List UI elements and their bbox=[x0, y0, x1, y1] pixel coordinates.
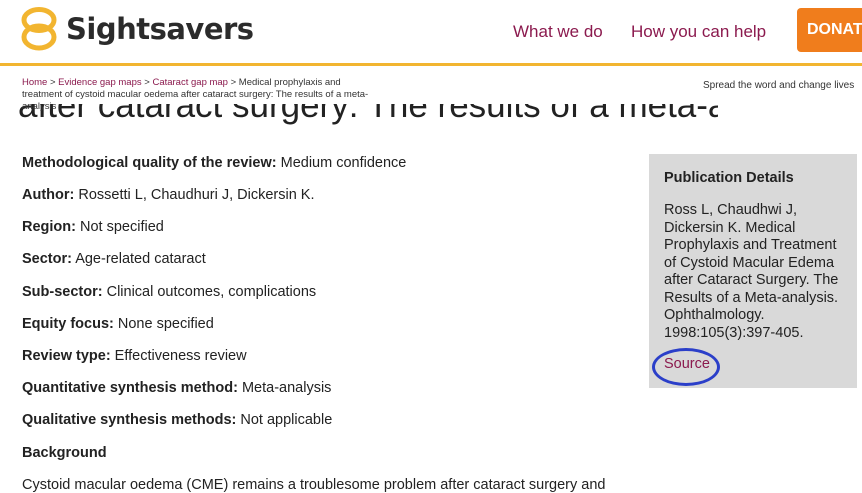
detail-sector: Sector: Age-related cataract bbox=[22, 251, 206, 267]
brand-name: Sightsavers bbox=[66, 12, 254, 46]
detail-value: Clinical outcomes, complications bbox=[102, 284, 317, 300]
detail-sub-sector: Sub-sector: Clinical outcomes, complicat… bbox=[22, 284, 316, 300]
detail-label: Equity focus: bbox=[22, 316, 114, 332]
detail-value: Not applicable bbox=[236, 412, 333, 428]
breadcrumb-separator: > bbox=[47, 77, 59, 88]
detail-value: Effectiveness review bbox=[110, 348, 247, 364]
detail-qualitative-synthesis: Qualitative synthesis methods: Not appli… bbox=[22, 412, 332, 428]
breadcrumb-separator: > bbox=[227, 77, 239, 88]
breadcrumb: Home > Evidence gap maps > Cataract gap … bbox=[22, 77, 377, 113]
site-header: Sightsavers What we do How you can help … bbox=[0, 0, 862, 66]
background-heading-text: Background bbox=[22, 445, 107, 461]
sightsavers-logo-icon bbox=[21, 7, 57, 51]
detail-value: Medium confidence bbox=[276, 155, 407, 171]
background-heading: Background bbox=[22, 445, 107, 461]
detail-value: Rossetti L, Chaudhuri J, Dickersin K. bbox=[74, 187, 315, 203]
detail-value: Meta-analysis bbox=[237, 380, 332, 396]
detail-author: Author: Rossetti L, Chaudhuri J, Dickers… bbox=[22, 187, 315, 203]
background-paragraph: Cystoid macular oedema (CME) remains a t… bbox=[22, 477, 606, 493]
detail-methodological-quality: Methodological quality of the review: Me… bbox=[22, 155, 406, 171]
detail-value: Not specified bbox=[75, 219, 164, 235]
breadcrumb-separator: > bbox=[141, 77, 153, 88]
source-highlight-circle bbox=[652, 348, 720, 386]
detail-value: None specified bbox=[113, 316, 214, 332]
breadcrumb-evidence-gap-maps[interactable]: Evidence gap maps bbox=[58, 77, 141, 88]
publication-details-title: Publication Details bbox=[664, 170, 794, 186]
detail-label: Qualitative synthesis methods: bbox=[22, 412, 237, 428]
detail-label: Sector: bbox=[22, 251, 72, 267]
detail-label: Quantitative synthesis method: bbox=[22, 380, 238, 396]
publication-citation: Ross L, Chaudhwi J, Dickersin K. Medical… bbox=[664, 202, 839, 341]
logo[interactable]: Sightsavers bbox=[20, 6, 254, 52]
detail-value: Age-related cataract bbox=[71, 251, 206, 267]
detail-label: Region: bbox=[22, 219, 76, 235]
detail-label: Author: bbox=[22, 187, 75, 203]
detail-label: Methodological quality of the review: bbox=[22, 155, 277, 171]
spread-the-word-tagline: Spread the word and change lives bbox=[703, 80, 855, 91]
detail-region: Region: Not specified bbox=[22, 219, 164, 235]
detail-label: Review type: bbox=[22, 348, 111, 364]
breadcrumb-home[interactable]: Home bbox=[22, 77, 47, 88]
detail-quantitative-synthesis: Quantitative synthesis method: Meta-anal… bbox=[22, 380, 331, 396]
nav-how-you-can-help[interactable]: How you can help bbox=[631, 22, 766, 42]
detail-equity-focus: Equity focus: None specified bbox=[22, 316, 214, 332]
detail-label: Sub-sector: bbox=[22, 284, 103, 300]
detail-review-type: Review type: Effectiveness review bbox=[22, 348, 247, 364]
donate-button[interactable]: DONAT bbox=[797, 8, 862, 52]
nav-what-we-do[interactable]: What we do bbox=[513, 22, 603, 42]
breadcrumb-cataract-gap-map[interactable]: Cataract gap map bbox=[152, 77, 228, 88]
